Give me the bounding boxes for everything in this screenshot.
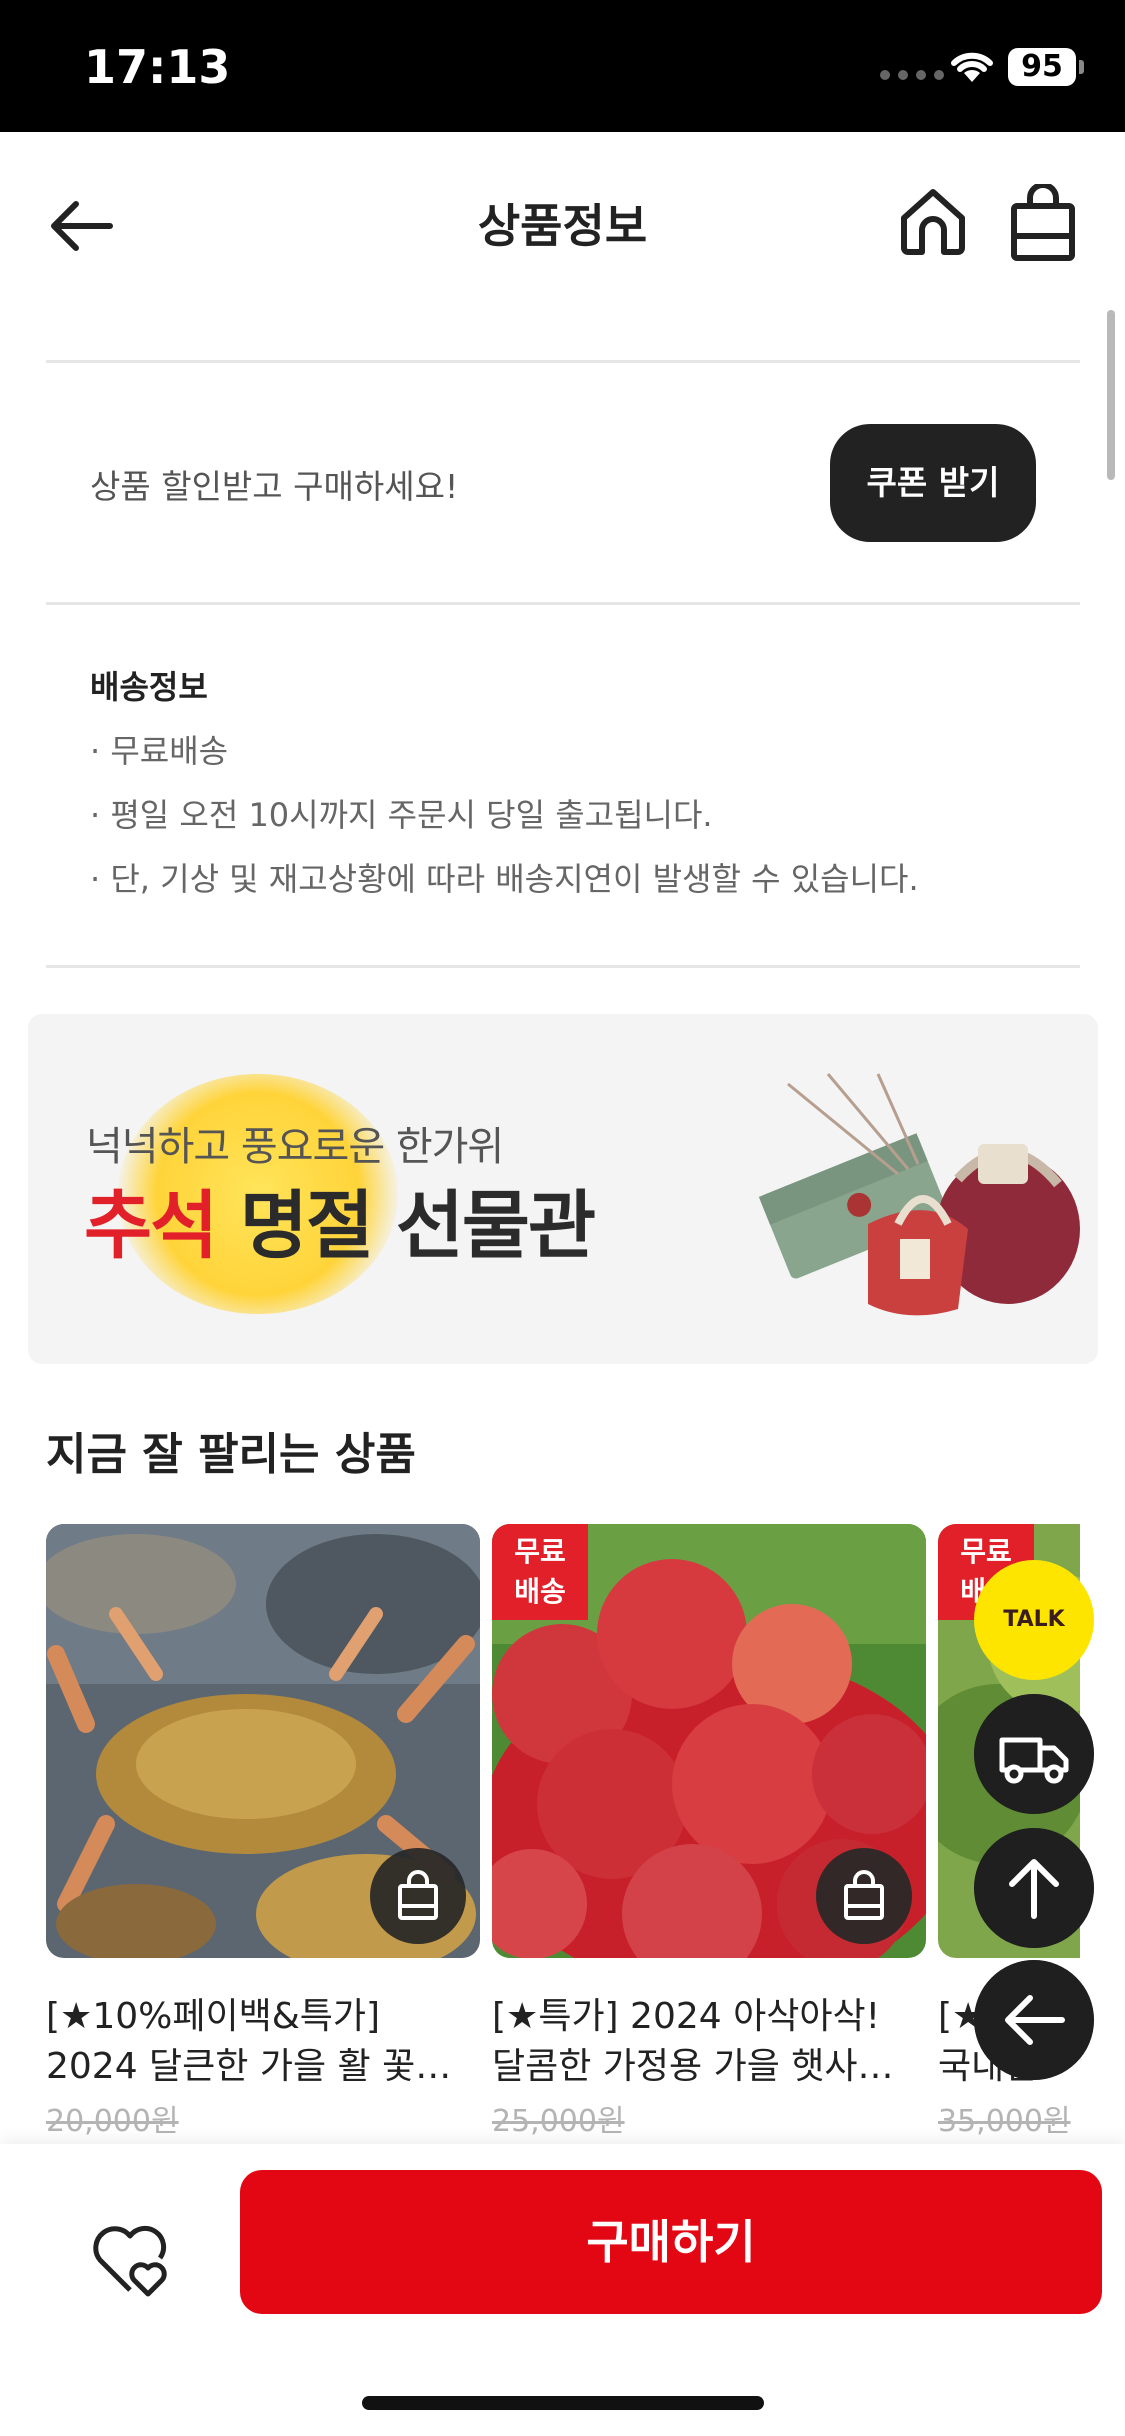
product-name-line1: [★10%페이백&특가] xyxy=(46,1996,381,2037)
screen: 17:13 95 상품정보 상품 할인받고 구매하세요! 쿠폰 받기 배송정보 … xyxy=(0,0,1125,2436)
status-bar: 17:13 95 xyxy=(0,0,1125,132)
delivery-truck-icon[interactable] xyxy=(974,1694,1094,1814)
product-name-line2: 달콤한 가정용 가을 햇사… xyxy=(492,2046,894,2087)
product-name-line2: 2024 달큰한 가을 활 꽃… xyxy=(46,2046,452,2087)
product-carousel[interactable]: [★10%페이백&특가] 2024 달큰한 가을 활 꽃… 20,000원 무료… xyxy=(46,1524,1080,2144)
scroll-to-top-icon[interactable] xyxy=(974,1828,1094,1948)
kakao-talk-button[interactable]: TALK xyxy=(974,1560,1094,1680)
home-icon[interactable] xyxy=(896,184,970,258)
product-original-price: 35,000원 xyxy=(938,2104,1071,2139)
home-indicator xyxy=(362,2396,764,2410)
product-original-price: 25,000원 xyxy=(492,2104,625,2139)
bottom-purchase-bar: 구매하기 xyxy=(0,2144,1125,2436)
get-coupon-button[interactable]: 쿠폰 받기 xyxy=(830,424,1036,542)
cellular-signal-icon xyxy=(880,70,944,80)
product-original-price: 20,000원 xyxy=(46,2104,179,2139)
product-name-line1: [★특가] 2024 아삭아삭! xyxy=(492,1996,881,2037)
buy-button[interactable]: 구매하기 xyxy=(240,2170,1102,2314)
talk-label: TALK xyxy=(1003,1607,1065,1632)
go-back-icon[interactable] xyxy=(974,1960,1094,2080)
shopping-bag-icon[interactable] xyxy=(1008,184,1078,264)
status-time: 17:13 xyxy=(84,40,231,94)
shipping-info-title: 배송정보 xyxy=(90,668,208,706)
add-to-cart-icon[interactable] xyxy=(816,1848,912,1944)
header: 상품정보 xyxy=(0,132,1125,312)
divider xyxy=(46,965,1080,968)
shipping-info-line: · 무료배송 xyxy=(90,732,229,770)
divider xyxy=(46,360,1080,363)
battery-indicator: 95 xyxy=(1008,48,1084,86)
coupon-message: 상품 할인받고 구매하세요! xyxy=(90,467,459,506)
banner-title: 추석 명절 선물관 xyxy=(84,1166,596,1273)
wifi-icon xyxy=(951,52,993,82)
shipping-info-line: · 단, 기상 및 재고상황에 따라 배송지연이 발생할 수 있습니다. xyxy=(90,860,919,898)
free-shipping-badge: 무료배송 xyxy=(492,1524,588,1620)
divider xyxy=(46,602,1080,605)
section-title: 지금 잘 팔리는 상품 xyxy=(46,1429,416,1480)
product-card[interactable]: [★10%페이백&특가] 2024 달큰한 가을 활 꽃… 20,000원 xyxy=(46,1524,480,2140)
product-image-crab[interactable] xyxy=(46,1524,480,1958)
banner-title-rest: 명절 선물관 xyxy=(216,1183,596,1269)
scrollbar[interactable] xyxy=(1107,310,1115,480)
banner-subtitle: 넉넉하고 풍요로운 한가위 xyxy=(86,1124,504,1170)
chuseok-gift-banner[interactable]: 넉넉하고 풍요로운 한가위 추석 명절 선물관 xyxy=(28,1014,1098,1364)
add-to-cart-icon[interactable] xyxy=(370,1848,466,1944)
wishlist-heart-icon[interactable] xyxy=(90,2220,180,2300)
product-image-apples[interactable]: 무료 배송 xyxy=(492,1524,926,1958)
product-card[interactable]: 무료 배송 [★특가] 2024 아삭아삭! 달콤한 가정용 가을 햇사… 25,… xyxy=(492,1524,926,2140)
shipping-info-line: · 평일 오전 10시까지 주문시 당일 출고됩니다. xyxy=(90,796,713,834)
gift-bundle-illustration xyxy=(758,1073,1080,1316)
banner-title-accent: 추석 xyxy=(84,1183,218,1269)
